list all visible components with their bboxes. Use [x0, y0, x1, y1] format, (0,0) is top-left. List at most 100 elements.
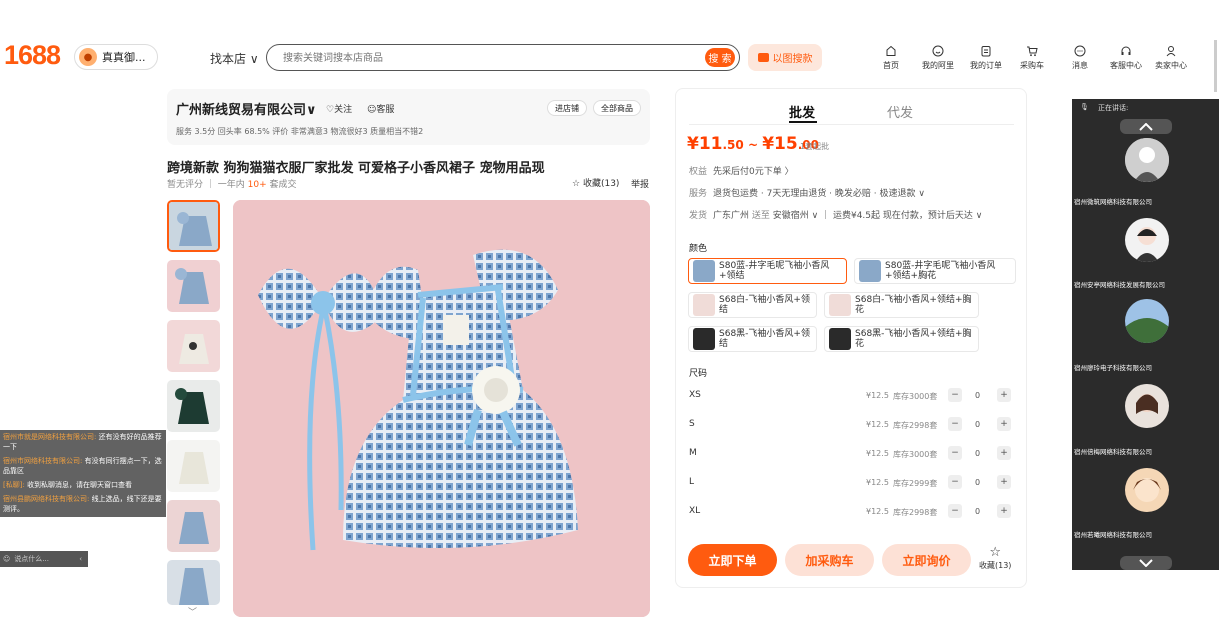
product-thumbnail[interactable]: [167, 500, 220, 552]
quantity-plus-button[interactable]: +: [997, 504, 1011, 518]
follow-button[interactable]: ♡关注: [326, 102, 352, 115]
chevron-left-icon[interactable]: ‹: [79, 555, 88, 563]
chat-input-placeholder[interactable]: 说点什么...: [14, 554, 49, 564]
enter-shop-button[interactable]: 进店铺: [547, 100, 587, 116]
nav-help-center[interactable]: 客服中心: [1110, 45, 1142, 71]
chat-input-bar[interactable]: ☺ 说点什么... ‹: [0, 551, 88, 567]
color-option[interactable]: S68黑-飞袖小香风+领结+胸花: [824, 326, 979, 352]
quantity-minus-button[interactable]: −: [948, 504, 962, 518]
search-input[interactable]: [283, 50, 683, 66]
nav-messages[interactable]: 消息: [1072, 45, 1088, 71]
service-row[interactable]: 服务 退货包运费 · 7天无理由退货 · 晚发必赔 · 极速退款 ∨: [689, 186, 925, 199]
quantity-minus-button[interactable]: −: [948, 417, 962, 431]
color-option-label: S68黑-飞袖小香风+领结: [719, 329, 810, 349]
color-option-label: S80蓝-井字毛呢飞袖小香风+领结+胸花: [885, 261, 996, 281]
price-high-main: ¥15: [762, 134, 798, 154]
chat-text: 收到私聊消息，请在聊天窗口查看: [27, 481, 133, 489]
product-thumbnail[interactable]: [167, 200, 220, 252]
product-thumbnail[interactable]: [167, 440, 220, 492]
participant-avatar[interactable]: [1125, 218, 1169, 262]
nav-help-center-label: 客服中心: [1110, 61, 1142, 70]
ship-info: 运费¥4.5起 现在付款，预计后天达 ∨: [832, 211, 983, 221]
customer-service-button[interactable]: ☺客服: [367, 102, 394, 115]
report-link[interactable]: 举报: [631, 177, 649, 190]
color-option[interactable]: S68黑-飞袖小香风+领结: [688, 326, 817, 352]
chat-message: [私聊]: 收到私聊消息，请在聊天窗口查看: [3, 480, 163, 490]
quantity-minus-button[interactable]: −: [948, 446, 962, 460]
price-low-main: ¥11: [687, 134, 723, 154]
participant-avatar[interactable]: [1125, 299, 1169, 343]
chat-sender: 宿州县鹏网络科技有限公司:: [3, 495, 90, 503]
favorite-button-bottom[interactable]: ☆ 收藏(13): [979, 545, 1011, 571]
participant-avatar[interactable]: [1125, 468, 1169, 512]
product-thumbnail[interactable]: [167, 260, 220, 312]
quantity-plus-button[interactable]: +: [997, 417, 1011, 431]
shipping-row[interactable]: 发货 广东广州 送至 安徽宿州 ∨ ｜ 运费¥4.5起 现在付款，预计后天达 ∨: [689, 208, 982, 221]
ship-from: 广东广州: [713, 211, 750, 221]
service-key: 服务: [689, 189, 708, 199]
product-main-image[interactable]: [233, 200, 650, 617]
participant-name: 宿州安亭网络科技发展有限公司: [1074, 281, 1165, 289]
nav-seller-center[interactable]: 卖家中心: [1155, 45, 1187, 71]
size-label: L: [689, 477, 695, 487]
color-option[interactable]: S68白-飞袖小香风+领结+胸花: [824, 292, 979, 318]
participant-avatar[interactable]: [1125, 138, 1169, 182]
heart-icon: ♡: [326, 105, 335, 115]
tab-dropship[interactable]: 代发: [887, 102, 913, 121]
color-option-label: S68白-飞袖小香风+领结+胸花: [855, 295, 972, 315]
quantity-plus-button[interactable]: +: [997, 446, 1011, 460]
color-option[interactable]: S68白-飞袖小香风+领结: [688, 292, 817, 318]
favorite-button[interactable]: ☆ 收藏(13): [572, 176, 619, 189]
search-button[interactable]: 搜 索: [705, 48, 735, 67]
nav-my-ali[interactable]: 我的阿里: [922, 45, 954, 71]
quantity-value[interactable]: 0: [975, 507, 980, 516]
thumbnails-down-icon[interactable]: ﹀: [188, 605, 197, 618]
quantity-value[interactable]: 0: [975, 391, 980, 400]
year-label: 一年内: [217, 180, 245, 190]
add-to-cart-button[interactable]: 加采购车: [785, 544, 874, 576]
video-scroll-down-button[interactable]: [1120, 556, 1172, 570]
chat-sender: 宿州市网络科技有限公司:: [3, 457, 83, 465]
color-option-label: S68黑-飞袖小香风+领结+胸花: [855, 329, 972, 349]
min-order-qty: 1套起批: [800, 142, 830, 151]
nav-my-orders[interactable]: 我的订单: [970, 45, 1002, 71]
video-scroll-up-button[interactable]: [1120, 119, 1172, 134]
color-option-label: S80蓝-井字毛呢飞袖小香风+领结: [719, 261, 830, 281]
logo-1688[interactable]: 1688: [4, 40, 61, 71]
nav-home[interactable]: 首页: [883, 45, 899, 71]
product-thumbnail[interactable]: [167, 380, 220, 432]
shop-name-text: 广州新线贸易有限公司: [176, 103, 307, 118]
ship-key: 发货: [689, 211, 708, 221]
size-stock: 库存2998套: [893, 421, 938, 430]
all-products-button[interactable]: 全部商品: [593, 100, 641, 116]
find-shop-dropdown[interactable]: 找本店 ∨: [210, 50, 259, 67]
shop-name[interactable]: 广州新线贸易有限公司∨: [176, 99, 317, 118]
product-thumbnail[interactable]: [167, 560, 220, 605]
quantity-minus-button[interactable]: −: [948, 475, 962, 489]
product-thumbnail[interactable]: [167, 320, 220, 372]
chat-sender: [私聊]:: [3, 481, 25, 489]
quantity-minus-button[interactable]: −: [948, 388, 962, 402]
image-search-button[interactable]: 以图搜款: [748, 44, 822, 71]
price-separator: ~: [743, 138, 763, 152]
quantity-plus-button[interactable]: +: [997, 388, 1011, 402]
nav-cart[interactable]: 采购车: [1020, 45, 1044, 71]
quantity-value[interactable]: 0: [975, 449, 980, 458]
tab-wholesale[interactable]: 批发: [789, 102, 815, 121]
participant-avatar[interactable]: [1125, 384, 1169, 428]
ship-to-dropdown[interactable]: 安徽宿州 ∨: [773, 211, 818, 221]
quantity-value[interactable]: 0: [975, 478, 980, 487]
rights-row[interactable]: 权益 先采后付0元下单 〉: [689, 164, 794, 177]
quantity-value[interactable]: 0: [975, 420, 980, 429]
shop-switch-button[interactable]: ● 真真御...: [74, 44, 158, 70]
color-option[interactable]: S80蓝-井字毛呢飞袖小香风+领结: [688, 258, 847, 284]
scrollbar[interactable]: [1214, 40, 1217, 92]
home-icon: [886, 45, 896, 56]
chat-bubble-icon: ☺: [367, 105, 377, 115]
inquire-button[interactable]: 立即询价: [882, 544, 971, 576]
quantity-plus-button[interactable]: +: [997, 475, 1011, 489]
order-now-button[interactable]: 立即下单: [688, 544, 777, 576]
color-option[interactable]: S80蓝-井字毛呢飞袖小香风+领结+胸花: [854, 258, 1016, 284]
smile-icon[interactable]: ☺: [3, 555, 10, 563]
size-label: S: [689, 419, 695, 429]
